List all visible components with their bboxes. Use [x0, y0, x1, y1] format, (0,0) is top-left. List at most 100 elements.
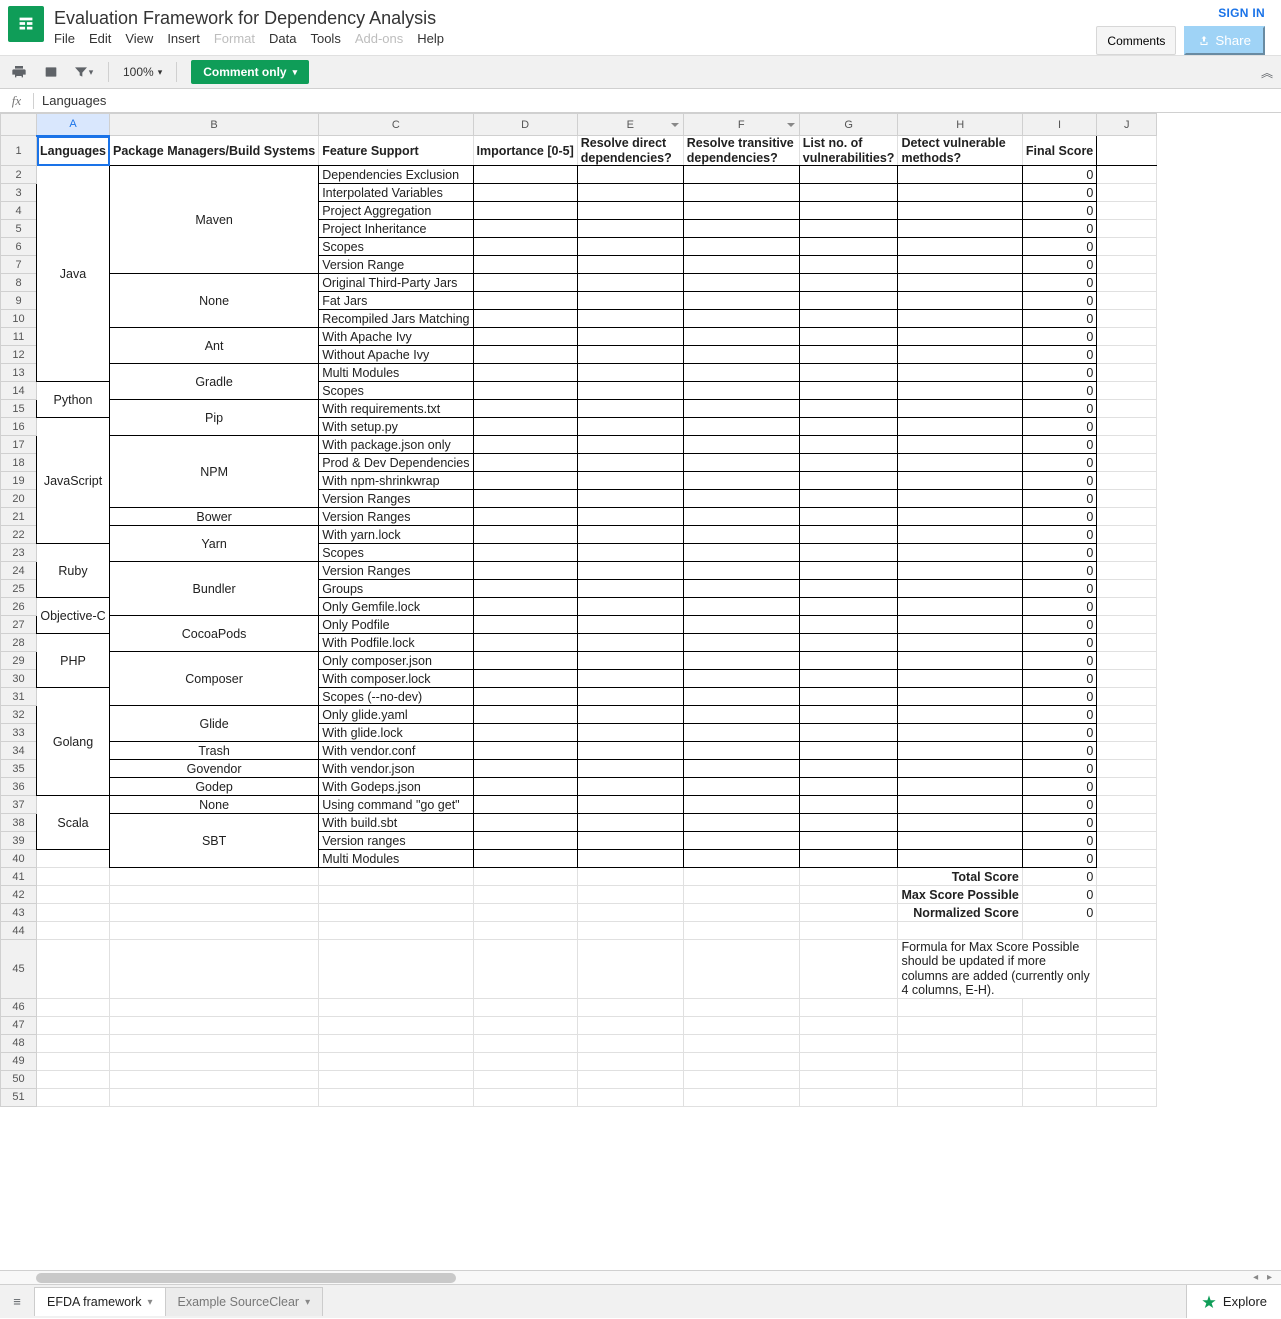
- row-header[interactable]: 3: [1, 184, 37, 202]
- doc-title[interactable]: Evaluation Framework for Dependency Anal…: [54, 6, 1096, 31]
- cell[interactable]: With npm-shrinkwrap: [319, 472, 473, 490]
- cell[interactable]: [110, 1016, 319, 1034]
- cell[interactable]: With glide.lock: [319, 724, 473, 742]
- cell[interactable]: [683, 328, 799, 346]
- cell[interactable]: [473, 904, 577, 922]
- cell[interactable]: 0: [1022, 526, 1096, 544]
- cell[interactable]: [799, 778, 898, 796]
- cell[interactable]: [683, 454, 799, 472]
- row-header[interactable]: 50: [1, 1070, 37, 1088]
- cell[interactable]: [683, 634, 799, 652]
- cell[interactable]: With Apache Ivy: [319, 328, 473, 346]
- cell[interactable]: [683, 688, 799, 706]
- cell[interactable]: 0: [1022, 670, 1096, 688]
- cell[interactable]: [577, 454, 683, 472]
- cell[interactable]: [577, 472, 683, 490]
- cell[interactable]: [898, 724, 1022, 742]
- cell[interactable]: [898, 796, 1022, 814]
- cell[interactable]: [577, 166, 683, 184]
- cell[interactable]: [473, 220, 577, 238]
- cell[interactable]: Version ranges: [319, 832, 473, 850]
- zoom-dropdown[interactable]: 100%▾: [123, 65, 162, 79]
- cell[interactable]: [683, 796, 799, 814]
- cell[interactable]: [683, 364, 799, 382]
- cell[interactable]: [683, 526, 799, 544]
- cell[interactable]: With vendor.json: [319, 760, 473, 778]
- cell[interactable]: [1022, 1052, 1096, 1070]
- cell[interactable]: [898, 778, 1022, 796]
- cell[interactable]: [577, 886, 683, 904]
- row-header[interactable]: 6: [1, 238, 37, 256]
- cell[interactable]: [473, 940, 577, 999]
- row-header[interactable]: 18: [1, 454, 37, 472]
- row-header[interactable]: 21: [1, 508, 37, 526]
- cell[interactable]: 0: [1022, 166, 1096, 184]
- cell[interactable]: 0: [1022, 220, 1096, 238]
- cell[interactable]: [1097, 796, 1157, 814]
- cell[interactable]: [577, 364, 683, 382]
- cell[interactable]: [1097, 832, 1157, 850]
- spreadsheet-grid[interactable]: ABCDEFGHIJ1LanguagesPackage Managers/Bui…: [0, 113, 1281, 1270]
- cell[interactable]: [577, 328, 683, 346]
- cell[interactable]: [799, 382, 898, 400]
- row-header[interactable]: 49: [1, 1052, 37, 1070]
- row-header[interactable]: 19: [1, 472, 37, 490]
- menu-tools[interactable]: Tools: [310, 31, 340, 46]
- col-header-I[interactable]: I: [1022, 114, 1096, 136]
- cell[interactable]: [577, 940, 683, 999]
- cell[interactable]: [799, 796, 898, 814]
- cell[interactable]: [473, 1052, 577, 1070]
- cell[interactable]: 0: [1022, 598, 1096, 616]
- row-header[interactable]: 15: [1, 400, 37, 418]
- cell[interactable]: [799, 886, 898, 904]
- cell[interactable]: [473, 418, 577, 436]
- cell[interactable]: [577, 508, 683, 526]
- cell[interactable]: [799, 1088, 898, 1106]
- cell[interactable]: [577, 760, 683, 778]
- cell[interactable]: [898, 490, 1022, 508]
- cell[interactable]: 0: [1022, 832, 1096, 850]
- cell[interactable]: 0: [1022, 436, 1096, 454]
- cell[interactable]: 0: [1022, 184, 1096, 202]
- cell[interactable]: [683, 382, 799, 400]
- cell[interactable]: [473, 688, 577, 706]
- cell[interactable]: [1097, 1088, 1157, 1106]
- cell[interactable]: Trash: [110, 742, 319, 760]
- col-header-B[interactable]: B: [110, 114, 319, 136]
- row-header[interactable]: 35: [1, 760, 37, 778]
- cell[interactable]: [37, 1034, 110, 1052]
- cell[interactable]: [683, 832, 799, 850]
- row-header[interactable]: 37: [1, 796, 37, 814]
- cell[interactable]: [319, 940, 473, 999]
- cell[interactable]: Dependencies Exclusion: [319, 166, 473, 184]
- sheet-tab[interactable]: Example SourceClear▾: [165, 1287, 324, 1316]
- cell[interactable]: [473, 508, 577, 526]
- cell[interactable]: [799, 706, 898, 724]
- cell[interactable]: [799, 598, 898, 616]
- cell[interactable]: [898, 850, 1022, 868]
- cell[interactable]: [898, 688, 1022, 706]
- cell[interactable]: [473, 886, 577, 904]
- collapse-toolbar-icon[interactable]: ︽: [1261, 64, 1273, 81]
- cell[interactable]: 0: [1022, 400, 1096, 418]
- cell[interactable]: With composer.lock: [319, 670, 473, 688]
- cell[interactable]: [898, 922, 1022, 940]
- cell[interactable]: [1097, 1034, 1157, 1052]
- cell[interactable]: [1097, 1016, 1157, 1034]
- cell[interactable]: [473, 292, 577, 310]
- cell[interactable]: [683, 868, 799, 886]
- cell[interactable]: [319, 1070, 473, 1088]
- cell[interactable]: Only glide.yaml: [319, 706, 473, 724]
- cell[interactable]: Scopes: [319, 238, 473, 256]
- cell[interactable]: [898, 184, 1022, 202]
- cell[interactable]: [683, 238, 799, 256]
- cell[interactable]: [799, 868, 898, 886]
- cell[interactable]: Scala: [37, 796, 110, 850]
- row-header[interactable]: 42: [1, 886, 37, 904]
- cell[interactable]: [1097, 544, 1157, 562]
- cell[interactable]: [473, 454, 577, 472]
- cell[interactable]: [473, 1016, 577, 1034]
- cell[interactable]: Max Score Possible: [898, 886, 1022, 904]
- cell[interactable]: [683, 706, 799, 724]
- cell[interactable]: [577, 998, 683, 1016]
